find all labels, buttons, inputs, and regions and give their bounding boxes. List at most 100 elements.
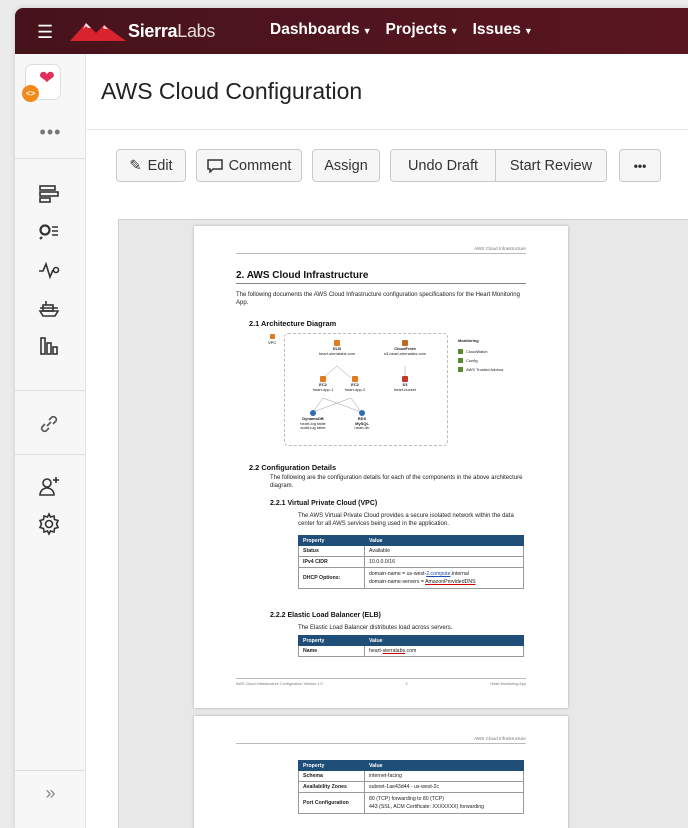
config-icon: [458, 358, 463, 363]
table-cell: Availability Zones: [298, 781, 365, 793]
document-page: AWS Cloud Infrastructure 2. AWS Cloud In…: [194, 226, 568, 708]
comment-icon: [206, 158, 223, 173]
sidebar-divider: [15, 770, 86, 771]
comment-button[interactable]: Comment: [196, 149, 302, 182]
table-cell: Available: [364, 545, 524, 557]
table-cell: Schema: [298, 770, 365, 782]
table-cell: Status: [298, 545, 365, 557]
assign-button[interactable]: Assign: [312, 149, 380, 182]
link-icon[interactable]: [37, 412, 61, 436]
architecture-diagram: ELB heart-sierralabs.com CloudFront s3-hea…: [284, 333, 448, 446]
table-cell: subnet-1ae43d44 - us-west-2c: [364, 781, 524, 793]
chevron-down-icon: ▼: [449, 26, 459, 36]
monitoring-legend: Monitoring CloudWatch Config AWS Trusted…: [458, 338, 504, 372]
table-header: Value: [364, 635, 524, 646]
collapse-sidebar-icon[interactable]: »: [15, 783, 86, 804]
gear-icon[interactable]: [37, 512, 61, 536]
code-badge-icon: <>: [22, 85, 39, 102]
table-header: Value: [364, 535, 524, 546]
table-cell: IPv4 CIDR: [298, 556, 365, 568]
table-header: Property: [298, 760, 365, 771]
header-rule: [236, 253, 526, 254]
table-cell: internet-facing: [364, 770, 524, 782]
elb-node: ELB heart-sierralabs.com: [315, 340, 359, 356]
undo-draft-button[interactable]: Undo Draft: [390, 149, 496, 182]
reports-chart-icon[interactable]: [37, 334, 61, 358]
main-content: AWS Cloud Configuration ✎ Edit Comment As…: [87, 54, 688, 828]
hamburger-menu-icon[interactable]: ☰: [37, 22, 53, 43]
sidebar-divider: [15, 454, 86, 455]
paragraph: The Elastic Load Balancer distributes lo…: [298, 625, 453, 631]
add-user-icon[interactable]: [37, 474, 61, 498]
nav-dashboards[interactable]: Dashboards ▼: [270, 21, 372, 39]
table-cell: Name: [298, 645, 365, 657]
table-cell: 10.0.0.0/16: [364, 556, 524, 568]
main-nav: Dashboards ▼ Projects ▼ Issues ▼: [270, 21, 533, 39]
dynamodb-node: DynamoDB heart-log table audit-log table: [293, 410, 333, 431]
footer-right: Heart Monitoring App: [490, 682, 526, 686]
section-heading: 2. AWS Cloud Infrastructure: [236, 270, 369, 281]
sierralabs-logo[interactable]: SierraLabs: [70, 17, 235, 45]
heart-icon: ❤: [39, 68, 55, 89]
running-header: AWS Cloud Infrastructure: [474, 736, 526, 741]
search-list-icon[interactable]: [37, 220, 61, 244]
page-footer: AWS Cloud Infrastructure Configuration V…: [236, 682, 526, 686]
legend-item: CloudWatch: [458, 349, 504, 354]
elb-table: Property Value Name heart-sierralabs.com: [298, 635, 524, 657]
legend-item: AWS Trusted Advisor: [458, 367, 504, 372]
paragraph: The AWS Virtual Private Cloud provides a…: [298, 513, 514, 527]
ec2-node-2: EC2 heart-app-2: [339, 376, 371, 392]
page-number: 3: [405, 682, 408, 686]
title-divider: [87, 129, 688, 130]
footer-rule: [236, 678, 526, 679]
subsection-heading: 2.2 Configuration Details: [249, 463, 337, 472]
table-cell: heart-sierralabs.com: [364, 645, 524, 657]
pencil-icon: ✎: [129, 157, 142, 174]
release-ship-icon[interactable]: [37, 296, 61, 320]
document-viewer[interactable]: AWS Cloud Infrastructure 2. AWS Cloud In…: [118, 219, 688, 828]
sidebar-divider: [15, 390, 86, 391]
more-actions-button[interactable]: •••: [619, 149, 661, 182]
more-icon[interactable]: •••: [15, 122, 86, 143]
running-header: AWS Cloud Infrastructure: [474, 246, 526, 251]
table-cell: domain-name = us-west-2.compute.internal…: [364, 567, 524, 589]
table-cell: Port Configuration: [298, 792, 365, 814]
table-cell: DHCP Options:: [298, 567, 365, 589]
legend-item: Config: [458, 358, 504, 363]
app-switcher-tile[interactable]: ❤ <>: [22, 64, 61, 102]
brand-name: SierraLabs: [128, 21, 216, 41]
page-title: AWS Cloud Configuration: [101, 78, 363, 104]
ec2-node-1: EC2 heart-app-1: [307, 376, 339, 392]
vpc-table: Property Value Status Available IPv4 CIDR 1…: [298, 535, 524, 589]
paragraph: The following are the configuration deta…: [270, 475, 523, 489]
left-sidebar: ❤ <> ••• »: [15, 54, 86, 828]
header-rule: [236, 743, 526, 744]
s3-node: S3 heart-bucket: [389, 376, 421, 392]
table-header: Property: [298, 635, 365, 646]
vpc-label: VPC: [268, 334, 276, 345]
table-header: Value: [364, 760, 524, 771]
mountain-logo-icon: [70, 23, 126, 41]
elb-table-continued: Property Value Schema internet-facing Avai…: [298, 760, 524, 814]
footer-left: AWS Cloud Infrastructure Configuration V…: [236, 682, 323, 686]
nav-issues[interactable]: Issues ▼: [473, 21, 533, 39]
cloudwatch-icon: [458, 349, 463, 354]
top-navbar: ☰ SierraLabs Dashboards ▼ Projects ▼ Issue…: [15, 8, 688, 54]
rds-node: RDS MySQL heart-db: [345, 410, 379, 431]
backlog-icon[interactable]: [37, 182, 61, 206]
subsection-heading: 2.2.2 Elastic Load Balancer (ELB): [270, 612, 381, 619]
sidebar-divider: [15, 158, 86, 159]
activity-icon[interactable]: [37, 258, 61, 282]
nav-projects[interactable]: Projects ▼: [386, 21, 459, 39]
edit-button[interactable]: ✎ Edit: [116, 149, 186, 182]
subsection-heading: 2.1 Architecture Diagram: [249, 319, 337, 328]
chevron-down-icon: ▼: [523, 26, 533, 36]
app-window: ☰ SierraLabs Dashboards ▼ Projects ▼ Issue…: [15, 8, 688, 828]
table-header: Property: [298, 535, 365, 546]
cloudfront-node: CloudFront s3-heart-sierralabs.com: [375, 340, 435, 356]
vpc-icon: [269, 334, 275, 339]
start-review-button[interactable]: Start Review: [495, 149, 607, 182]
heading-rule: [236, 283, 526, 284]
table-cell: 80 (TCP) forwarding to 80 (TCP) 443 (SSL,…: [364, 792, 524, 814]
trusted-advisor-icon: [458, 367, 463, 372]
